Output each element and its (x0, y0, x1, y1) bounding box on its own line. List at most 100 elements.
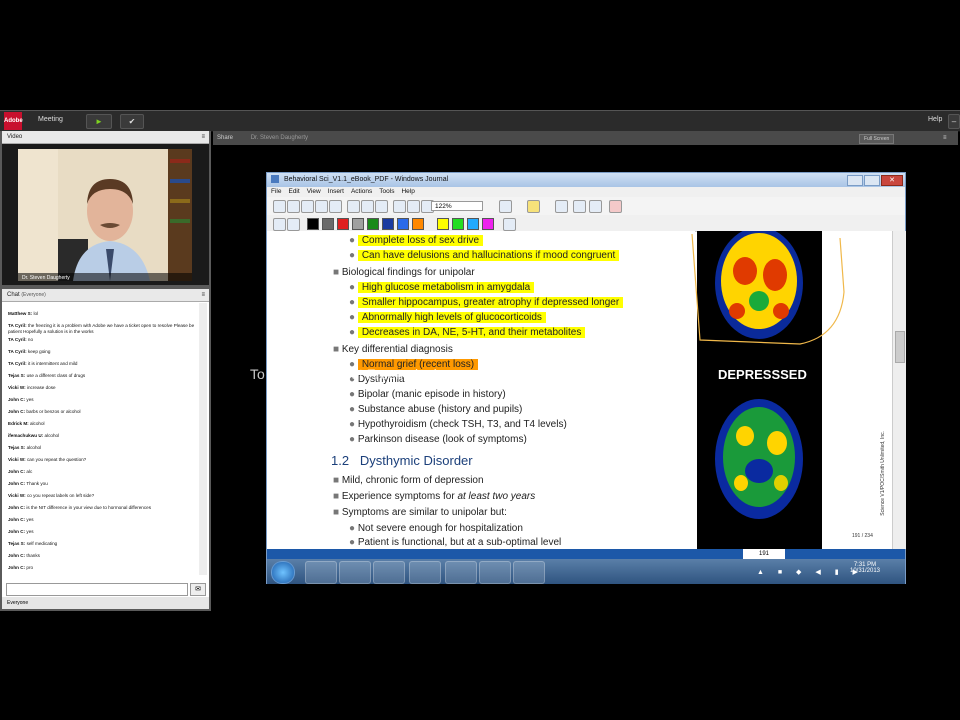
page-number-box[interactable]: 191 (743, 549, 785, 559)
doc-line: ■ Mild, chronic form of depression (333, 475, 484, 486)
zoom-select[interactable]: 122% (431, 201, 483, 211)
meeting-menu[interactable]: Meeting (38, 116, 63, 123)
microphone-icon[interactable]: ► (86, 114, 112, 129)
scroll-thumb[interactable] (895, 331, 905, 363)
send-message-button[interactable]: ✉ (190, 583, 206, 596)
chat-sender: John C: (8, 529, 26, 534)
vertical-scrollbar[interactable] (892, 231, 906, 549)
chat-sender: John C: (8, 397, 26, 402)
color-swatch-silver[interactable] (352, 218, 364, 230)
undo-icon[interactable] (407, 200, 420, 213)
color-swatch-red[interactable] (337, 218, 349, 230)
pod-options-icon[interactable]: ≡ (201, 131, 205, 143)
find-icon[interactable] (329, 200, 342, 213)
doc-line: ● Can have delusions and hallucinations … (349, 250, 620, 261)
chat-pod: Chat (Everyone) ≡ Matthew S: lol TA Cyril… (2, 289, 209, 609)
chat-text: self medicating (26, 541, 58, 546)
chrome-icon[interactable] (409, 561, 441, 584)
chat-text: the freezing it is a problem with Adobe … (8, 323, 195, 334)
chat-message: Vicki W: co you repeat labels on left si… (2, 493, 198, 499)
chat-scrollbar[interactable] (199, 303, 207, 575)
more-tools-icon[interactable] (503, 218, 516, 231)
app-taskbar-icon-2[interactable] (513, 561, 545, 584)
color-swatch-yellow[interactable] (437, 218, 449, 230)
chat-message: John C: Thank you (2, 481, 198, 487)
app-taskbar-icon[interactable] (479, 561, 511, 584)
highlighter-icon[interactable] (527, 200, 540, 213)
journal-taskbar-icon[interactable] (445, 561, 477, 584)
color-swatch-orange[interactable] (412, 218, 424, 230)
pod-options-icon[interactable]: ≡ (943, 131, 947, 145)
chat-text: barbs or benzos or alcohol (26, 409, 81, 414)
window-maximize-button[interactable] (864, 175, 880, 186)
color-swatch-lime[interactable] (452, 218, 464, 230)
pen-icon[interactable] (499, 200, 512, 213)
color-swatch-gray[interactable] (322, 218, 334, 230)
lasso-icon[interactable] (573, 200, 586, 213)
menu-help[interactable]: Help (401, 188, 414, 195)
chat-text: lol (33, 311, 39, 316)
save-icon[interactable] (301, 200, 314, 213)
color-swatch-cyan[interactable] (467, 218, 479, 230)
chat-text: no (27, 337, 34, 342)
media-player-icon[interactable] (373, 561, 405, 584)
doc-line: ● High glucose metabolism in amygdala (349, 282, 535, 293)
window-minimize-button[interactable] (847, 175, 863, 186)
insert-space-icon[interactable] (589, 200, 602, 213)
color-swatch-lightblue[interactable] (397, 218, 409, 230)
chat-message: Tejas S: self medicating (2, 541, 198, 547)
color-swatch-blue[interactable] (382, 218, 394, 230)
page-counter: 191 / 234 (852, 533, 873, 539)
menu-tools[interactable]: Tools (379, 188, 394, 195)
chat-input[interactable] (6, 583, 188, 596)
internet-explorer-icon[interactable] (305, 561, 337, 584)
window-close-button[interactable]: ✕ (881, 175, 903, 186)
menu-edit[interactable]: Edit (288, 188, 299, 195)
chat-scope: (Everyone) (21, 292, 46, 298)
flag-icon[interactable] (609, 200, 622, 213)
chat-message: TA Cyril: keep going (2, 349, 198, 355)
chat-text: alcohol (29, 421, 45, 426)
start-button[interactable] (271, 561, 295, 584)
page-navigation-bar[interactable]: 191 (267, 549, 905, 559)
color-swatch-magenta[interactable] (482, 218, 494, 230)
video-pod-header: Video ≡ (2, 131, 209, 144)
chat-text: keep going (27, 349, 51, 354)
chat-message: John C: thanks (2, 553, 198, 559)
chat-sender: John C: (8, 565, 26, 570)
new-note-icon[interactable] (273, 200, 286, 213)
chat-text: yes (26, 529, 34, 534)
chat-message: John C: pro (2, 565, 198, 571)
menu-actions[interactable]: Actions (351, 188, 372, 195)
text-box-icon[interactable] (273, 218, 286, 231)
clock[interactable]: 7:31 PM 10/31/2013 (845, 562, 885, 574)
doc-line: ● Complete loss of sex drive (349, 235, 484, 246)
color-swatch-green[interactable] (367, 218, 379, 230)
doc-line: ■ Key differential diagnosis (333, 344, 453, 355)
open-icon[interactable] (287, 200, 300, 213)
file-explorer-icon[interactable] (339, 561, 371, 584)
help-menu[interactable]: Help (928, 116, 942, 123)
pod-options-icon[interactable]: ≡ (201, 289, 205, 301)
chat-sender: John C: (8, 553, 26, 558)
print-icon[interactable] (315, 200, 328, 213)
page-icon[interactable] (393, 200, 406, 213)
menu-view[interactable]: View (307, 188, 321, 195)
doc-line: ■ Biological findings for unipolar (333, 267, 475, 278)
chat-message: Tejas S: alcohol (2, 445, 198, 451)
menu-file[interactable]: File (271, 188, 281, 195)
chat-message: John C: yes (2, 529, 198, 535)
chat-text: yes (26, 397, 34, 402)
chat-text: increase dose (26, 385, 56, 390)
status-icon[interactable]: ✔ (120, 114, 144, 129)
fullscreen-button[interactable]: Full Screen (859, 134, 895, 144)
line-width-icon[interactable] (287, 218, 300, 231)
menu-insert[interactable]: Insert (328, 188, 344, 195)
cut-icon[interactable] (347, 200, 360, 213)
color-swatch-black[interactable] (307, 218, 319, 230)
minimize-icon[interactable]: – (948, 114, 960, 129)
copy-icon[interactable] (361, 200, 374, 213)
chat-tab-everyone[interactable]: Everyone (2, 597, 209, 609)
eraser-icon[interactable] (555, 200, 568, 213)
paste-icon[interactable] (375, 200, 388, 213)
